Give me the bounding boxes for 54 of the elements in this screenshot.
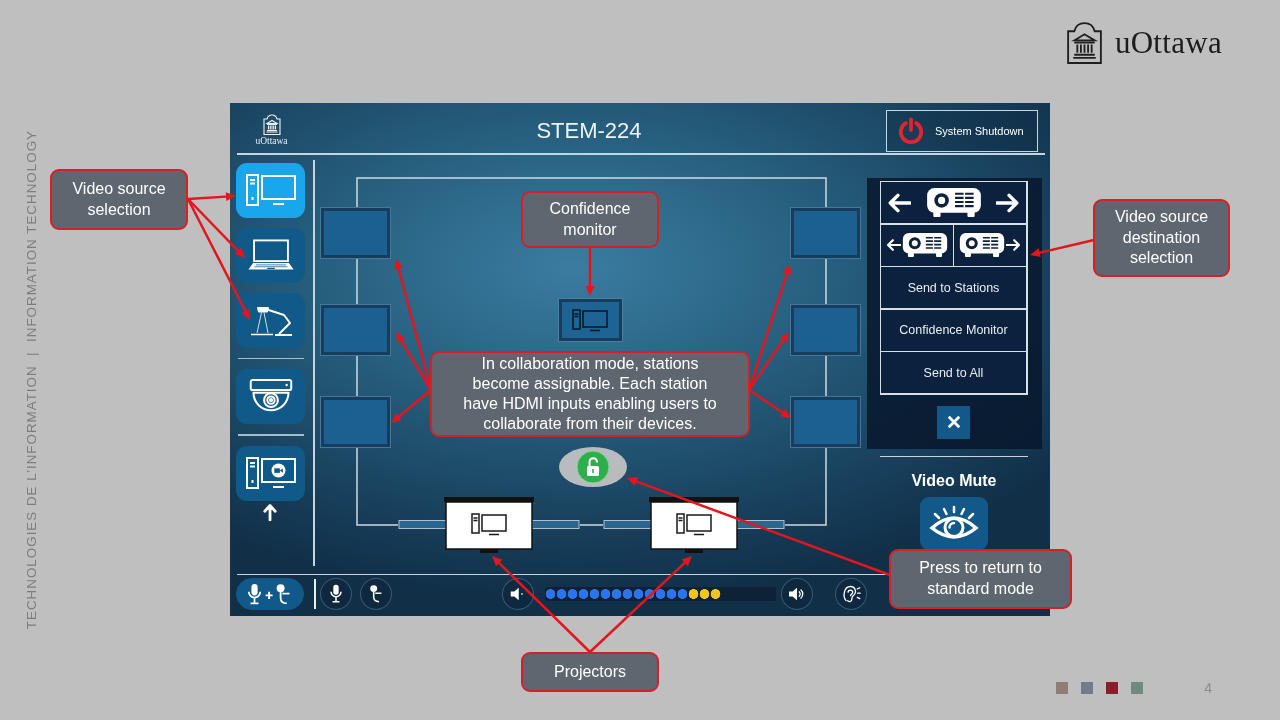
room-title: STEM-224 [536,118,642,144]
projector-destination-button[interactable] [881,224,953,266]
annotation-callout: Press to return to standard mode [889,549,1072,609]
left-arrow-icon [887,192,911,213]
destination-button[interactable]: Send to All [881,352,1026,393]
power-icon [897,116,925,145]
right-arrow-icon [1006,238,1022,252]
destination-button[interactable]: Send to Stations [881,267,1026,308]
laptop-icon [245,239,296,271]
room-camera-source-button[interactable] [236,369,305,424]
university-building-icon [262,114,281,135]
decorative-square-icon [1106,682,1119,694]
side-caption: TECHNOLOGIES DE L’INFORMATION | INFORMATION TECHNOLOGY [24,130,39,630]
microphone-and-lapel-button[interactable] [236,578,304,610]
document-camera-source-button[interactable] [236,292,305,348]
desktop-computer-icon [245,174,296,206]
panel-logo-text: uOttawa [255,136,288,146]
up-arrow-icon [263,502,277,521]
projector-icon [925,187,982,218]
hearing-assist-button[interactable] [835,578,867,610]
laptop-source-button[interactable] [236,227,305,283]
volume-meter-track[interactable] [545,587,776,601]
lapel-microphone-icon [369,584,383,604]
system-shutdown-button[interactable]: System Shutdown [886,109,1038,152]
decorative-square-icon [1131,682,1144,694]
microphone-button[interactable] [320,578,352,610]
left-arrow-icon [885,238,901,252]
microphone-icon [329,584,343,604]
projector-destination-button[interactable] [881,182,1026,223]
lapel-microphone-button[interactable] [360,578,392,610]
projector-icon [901,232,948,258]
callout-arrow [1030,238,1095,258]
ear-icon [841,584,861,604]
destination-button[interactable]: Confidence Monitor [881,309,1026,351]
volume-down-button[interactable] [502,578,534,610]
close-button[interactable] [937,405,970,439]
video-mute-label: Video Mute [911,472,997,490]
computer-video-icon [245,457,296,489]
university-building-icon [1065,21,1103,64]
university-logo-text: uOttawa [1114,24,1222,61]
decorative-square-icon [1056,682,1069,694]
annotation-callout: Video source destination selection [1093,199,1230,277]
computer-source-button[interactable] [236,162,305,218]
video-mute-button[interactable] [920,497,988,550]
projector-icon [959,232,1006,258]
speaker-loud-icon [788,586,806,602]
volume-up-button[interactable] [781,578,813,610]
projector-destination-button[interactable] [954,224,1026,266]
video-call-source-button[interactable] [236,445,305,501]
close-icon [946,415,961,429]
right-arrow-icon [996,192,1020,213]
annotation-callout: Projectors [521,652,659,692]
decorative-square-icon [1081,682,1094,694]
annotation-callout: Video source selection [50,169,188,230]
